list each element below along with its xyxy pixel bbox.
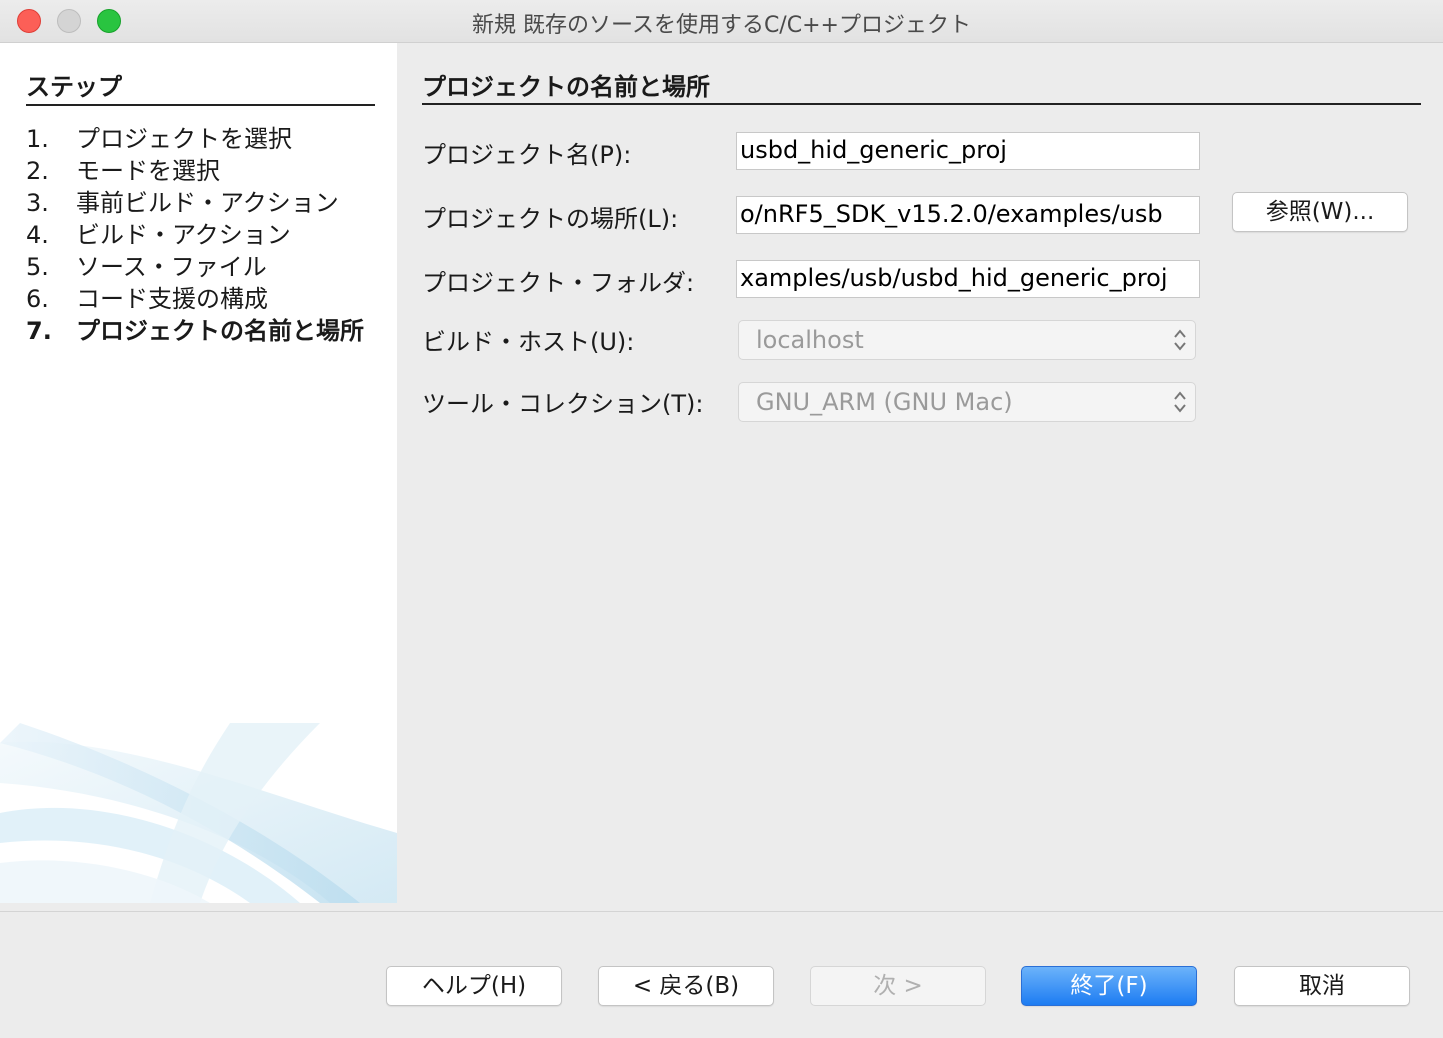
- chevron-up-down-icon: [1174, 391, 1186, 413]
- window-title: 新規 既存のソースを使用するC/C++プロジェクト: [472, 13, 971, 38]
- project-name-input[interactable]: usbd_hid_generic_proj: [736, 132, 1200, 170]
- steps-list: 1. プロジェクトを選択 2. モードを選択 3. 事前ビルド・アクション 4.…: [26, 123, 386, 347]
- project-folder-input[interactable]: xamples/usb/usbd_hid_generic_proj: [736, 260, 1200, 298]
- step-item-2: 2. モードを選択: [26, 155, 386, 187]
- steps-heading: ステップ: [26, 67, 375, 106]
- section-heading: プロジェクトの名前と場所: [422, 67, 1421, 105]
- build-host-value: localhost: [756, 326, 864, 354]
- title-bar: 新規 既存のソースを使用するC/C++プロジェクト: [0, 0, 1443, 43]
- step-item-6: 6. コード支援の構成: [26, 283, 386, 315]
- step-item-4: 4. ビルド・アクション: [26, 219, 386, 251]
- form-panel: プロジェクトの名前と場所 プロジェクト名(P): usbd_hid_generi…: [397, 43, 1443, 911]
- cancel-button[interactable]: 取消: [1234, 966, 1410, 1006]
- step-label: モードを選択: [76, 157, 220, 185]
- step-item-7-current: 7. プロジェクトの名前と場所: [26, 315, 386, 347]
- decorative-swoosh-graphic: [0, 723, 397, 903]
- footer-separator: [0, 911, 1443, 912]
- step-number: 5.: [26, 253, 49, 281]
- step-item-3: 3. 事前ビルド・アクション: [26, 187, 386, 219]
- step-number: 1.: [26, 125, 49, 153]
- project-folder-label: プロジェクト・フォルダ:: [422, 269, 695, 297]
- project-location-value: o/nRF5_SDK_v15.2.0/examples/usb: [740, 200, 1163, 228]
- build-host-select[interactable]: localhost: [738, 320, 1196, 360]
- step-item-5: 5. ソース・ファイル: [26, 251, 386, 283]
- finish-button[interactable]: 終了(F): [1021, 966, 1197, 1006]
- step-number: 4.: [26, 221, 49, 249]
- project-location-input[interactable]: o/nRF5_SDK_v15.2.0/examples/usb: [736, 196, 1200, 234]
- step-label: プロジェクトの名前と場所: [76, 317, 364, 345]
- project-folder-value: xamples/usb/usbd_hid_generic_proj: [740, 264, 1168, 292]
- dialog-window: 新規 既存のソースを使用するC/C++プロジェクト ステップ 1. プロジェクト…: [0, 0, 1443, 1038]
- step-number: 2.: [26, 157, 49, 185]
- back-button[interactable]: < 戻る(B): [598, 966, 774, 1006]
- chevron-up-down-icon: [1174, 329, 1186, 351]
- build-host-label: ビルド・ホスト(U):: [422, 328, 635, 356]
- help-button[interactable]: ヘルプ(H): [386, 966, 562, 1006]
- step-number: 7.: [26, 317, 52, 345]
- tool-collection-select[interactable]: GNU_ARM (GNU Mac): [738, 382, 1196, 422]
- tool-collection-value: GNU_ARM (GNU Mac): [756, 388, 1013, 416]
- project-location-label: プロジェクトの場所(L):: [422, 205, 679, 233]
- step-label: ソース・ファイル: [76, 253, 267, 281]
- next-button[interactable]: 次 >: [810, 966, 986, 1006]
- step-item-1: 1. プロジェクトを選択: [26, 123, 386, 155]
- steps-panel: ステップ 1. プロジェクトを選択 2. モードを選択 3. 事前ビルド・アクシ…: [0, 43, 397, 903]
- step-label: ビルド・アクション: [76, 221, 291, 249]
- tool-collection-label: ツール・コレクション(T):: [422, 390, 704, 418]
- step-label: プロジェクトを選択: [76, 125, 292, 153]
- step-number: 3.: [26, 189, 49, 217]
- step-label: コード支援の構成: [76, 285, 268, 313]
- browse-button[interactable]: 参照(W)...: [1232, 192, 1408, 232]
- project-name-label: プロジェクト名(P):: [422, 141, 632, 169]
- step-number: 6.: [26, 285, 49, 313]
- step-label: 事前ビルド・アクション: [76, 189, 339, 217]
